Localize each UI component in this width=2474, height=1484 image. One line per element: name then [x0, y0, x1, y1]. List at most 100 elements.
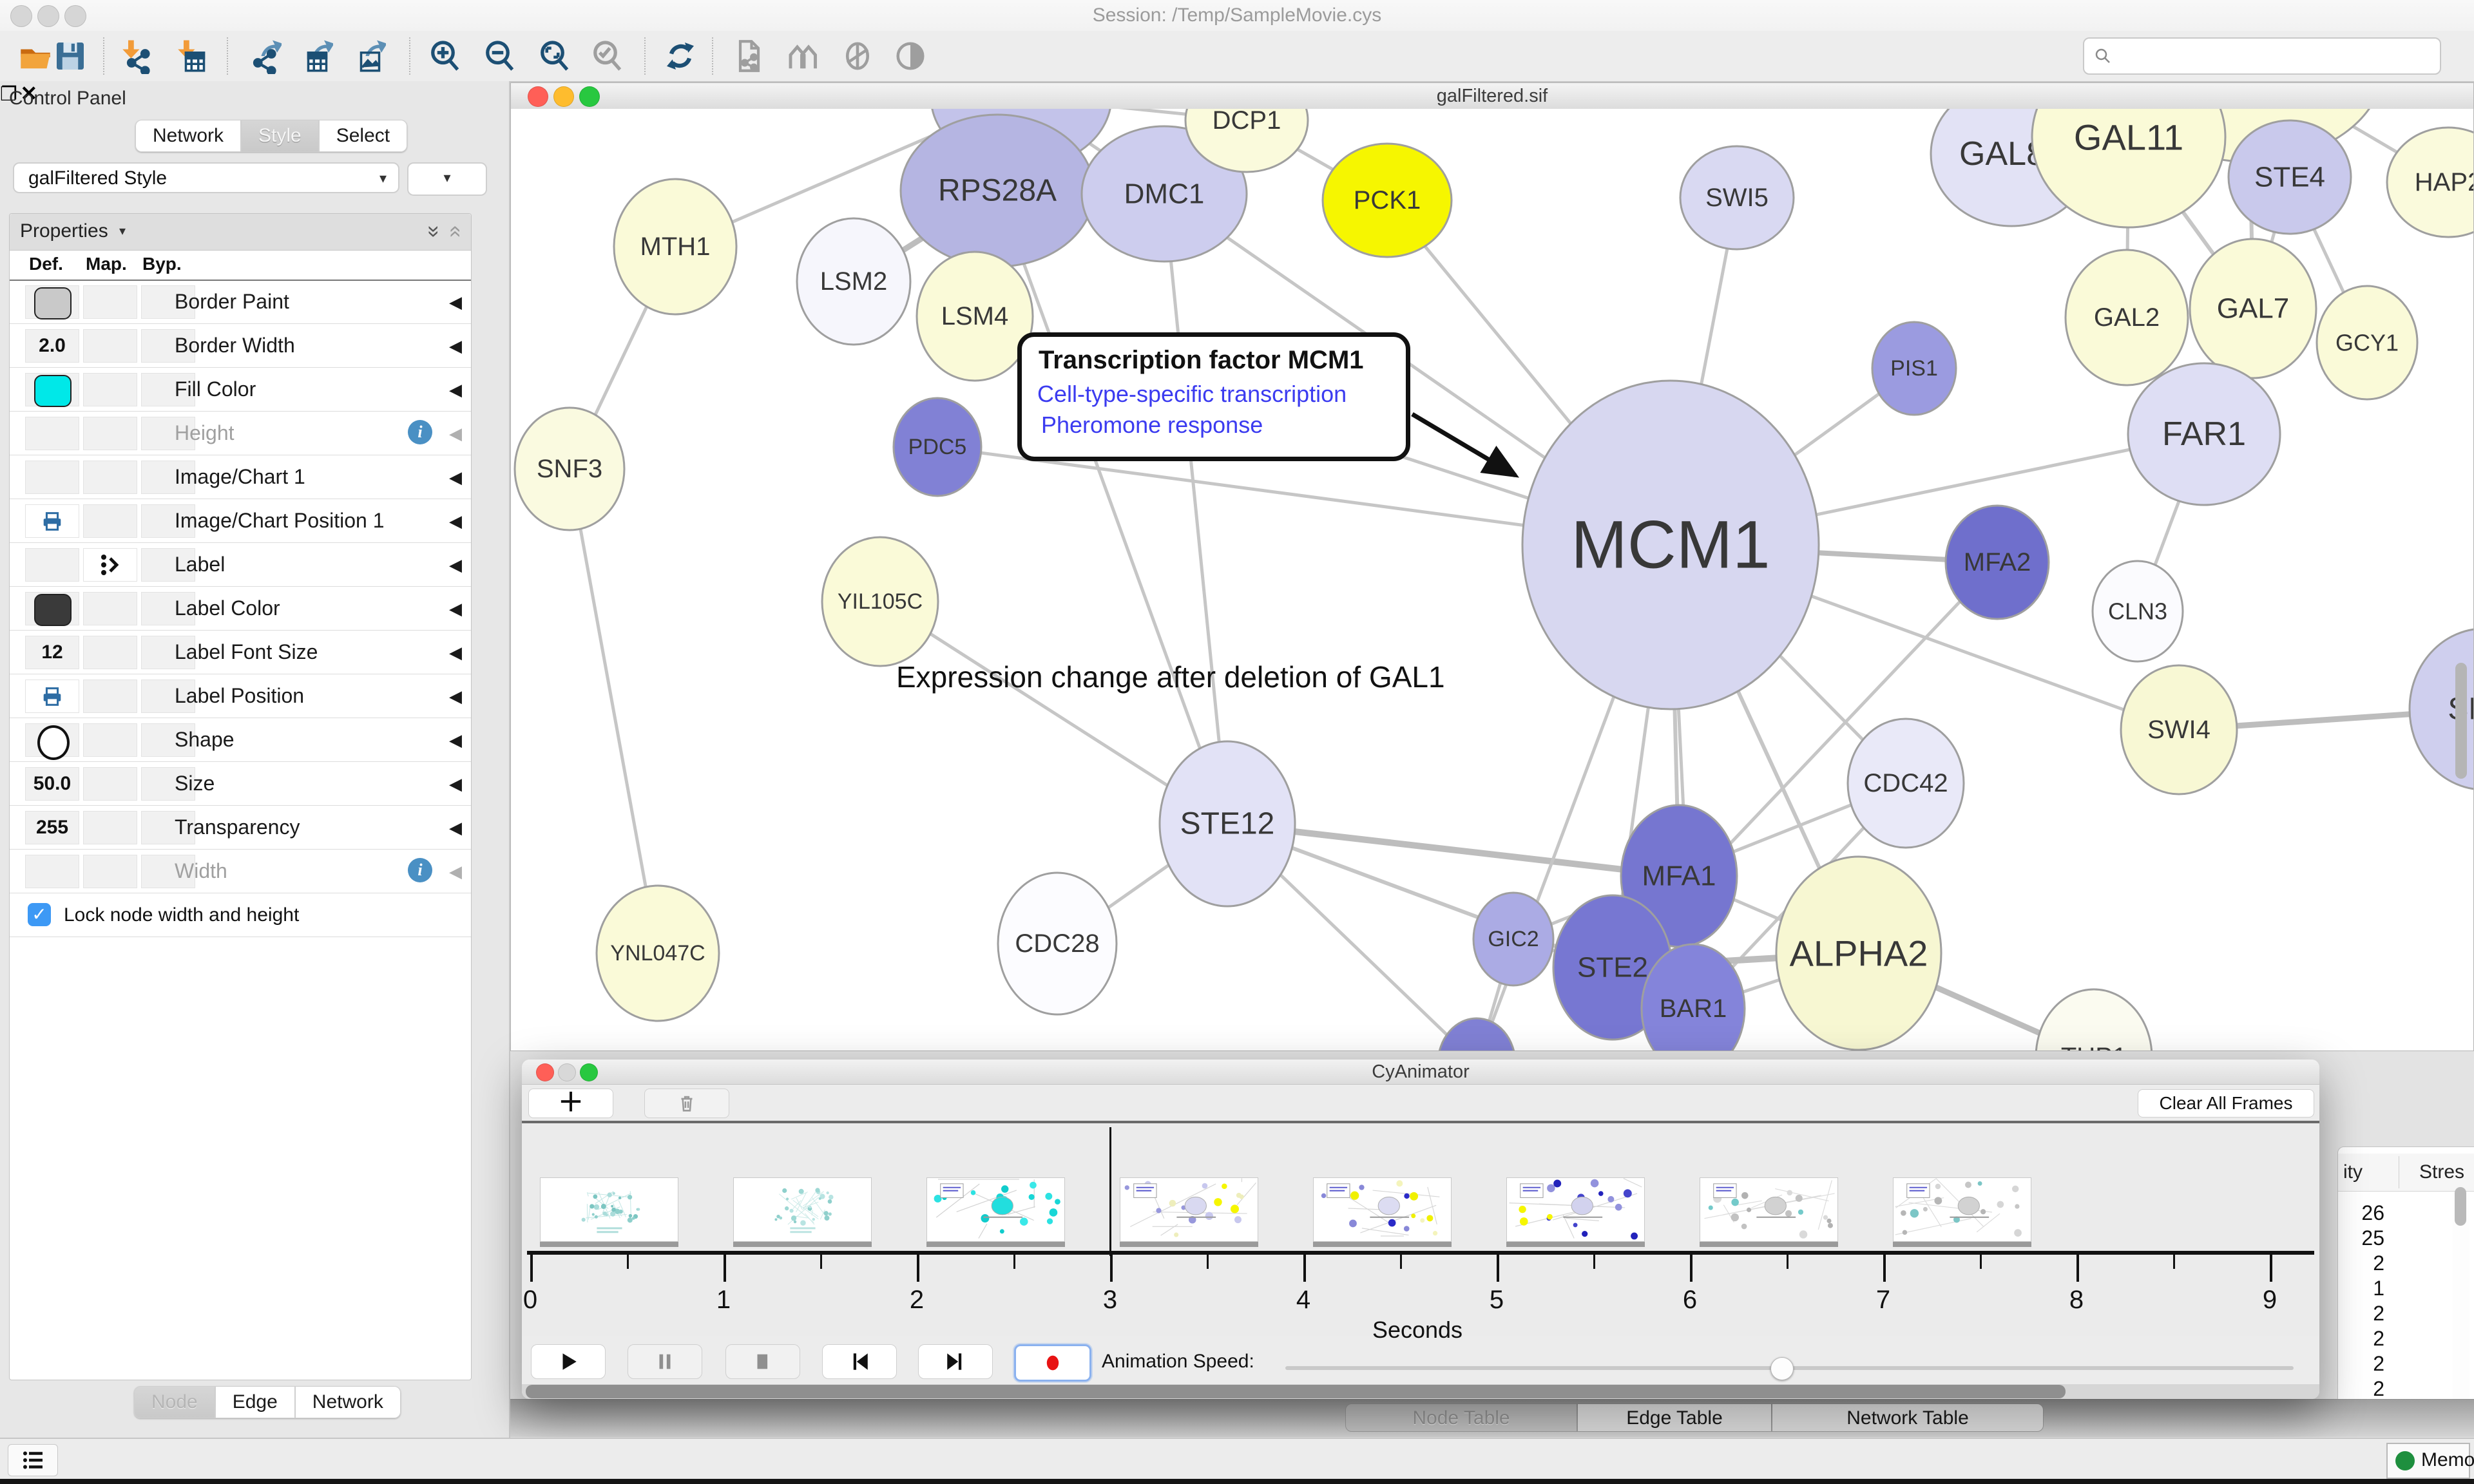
property-default-cell[interactable] — [25, 592, 79, 625]
network-node-mfa2[interactable]: MFA2 — [1946, 506, 2049, 619]
timeline-frame-4[interactable] — [1313, 1177, 1452, 1242]
property-mapping-cell[interactable] — [83, 767, 137, 801]
stop-button[interactable] — [725, 1344, 800, 1379]
property-mapping-cell[interactable] — [83, 680, 137, 713]
property-mapping-cell[interactable] — [83, 461, 137, 494]
cyanimator-titlebar[interactable]: CyAnimator — [522, 1060, 2319, 1085]
timeline-frame-3[interactable] — [1120, 1177, 1258, 1242]
show-details-button[interactable] — [892, 38, 928, 74]
animation-speed-thumb[interactable] — [1770, 1357, 1794, 1380]
table-cell-value[interactable]: 2 — [2343, 1377, 2384, 1401]
style-select[interactable]: galFiltered Style ▾ — [13, 162, 399, 193]
property-row[interactable]: Shape◀ — [10, 718, 471, 762]
style-options-button[interactable]: ▾ — [407, 162, 487, 196]
export-image-button[interactable] — [350, 38, 386, 74]
property-default-cell[interactable] — [25, 548, 79, 582]
timeline-frame-1[interactable] — [733, 1177, 872, 1242]
network-edge[interactable] — [570, 469, 658, 953]
property-row[interactable]: Image/Chart Position 1◀ — [10, 499, 471, 543]
collapse-row-icon[interactable]: ◀ — [449, 643, 462, 663]
property-default-cell[interactable]: 50.0 — [25, 767, 79, 801]
property-default-cell[interactable] — [25, 461, 79, 494]
add-frame-button[interactable]: ＋ — [528, 1089, 613, 1118]
network-node-snf3[interactable]: SNF3 — [515, 408, 624, 530]
network-node-lsm4[interactable]: LSM4 — [917, 252, 1033, 381]
zoom-out-button[interactable] — [482, 38, 518, 74]
property-mapping-cell[interactable] — [83, 417, 137, 450]
property-row[interactable]: Label Color◀ — [10, 586, 471, 631]
timeline-frame-5[interactable] — [1506, 1177, 1645, 1242]
lock-size-checkbox[interactable]: ✓ — [28, 903, 51, 926]
column-centrality[interactable]: ity — [2343, 1161, 2363, 1183]
open-folder-button[interactable] — [17, 38, 53, 74]
property-row[interactable]: 12Label Font Size◀ — [10, 630, 471, 674]
property-default-cell[interactable] — [25, 680, 79, 713]
tab-network-style[interactable]: Network — [295, 1386, 401, 1418]
network-node-gal7[interactable]: GAL7 — [2190, 239, 2316, 378]
annotation-link-1[interactable]: Cell-type-specific transcription — [1037, 381, 1347, 408]
property-default-cell[interactable] — [25, 723, 79, 757]
dev-panel-button[interactable] — [8, 1444, 58, 1476]
tab-node-table[interactable]: Node Table — [1345, 1403, 1577, 1432]
zoom-fit-button[interactable] — [537, 38, 573, 74]
network-node-alpha2[interactable]: ALPHA2 — [1776, 857, 1941, 1050]
property-row[interactable]: 2.0Border Width◀ — [10, 323, 471, 368]
collapse-row-icon[interactable]: ◀ — [449, 424, 462, 444]
pause-button[interactable] — [628, 1344, 702, 1379]
property-row[interactable]: Fill Color◀ — [10, 367, 471, 412]
cyanimator-timeline[interactable]: 0123456789 Seconds — [522, 1123, 2319, 1337]
property-row[interactable]: 50.0Size◀ — [10, 761, 471, 806]
tab-edge-table[interactable]: Edge Table — [1577, 1403, 1772, 1432]
collapse-row-icon[interactable]: ◀ — [449, 468, 462, 488]
table-cell-value[interactable]: 2 — [2343, 1352, 2384, 1376]
property-mapping-cell[interactable] — [83, 504, 137, 538]
network-node-pdc5[interactable]: PDC5 — [894, 398, 981, 496]
table-cell-value[interactable]: 2 — [2343, 1327, 2384, 1351]
network-node-yil105c[interactable]: YIL105C — [822, 537, 938, 666]
property-default-cell[interactable] — [25, 417, 79, 450]
export-table-button[interactable] — [297, 38, 333, 74]
memory-button[interactable]: Memory — [2386, 1443, 2470, 1479]
network-node-cdc28[interactable]: CDC28 — [998, 873, 1117, 1014]
zoom-in-button[interactable] — [427, 38, 463, 74]
property-mapping-cell[interactable] — [83, 285, 137, 319]
property-default-cell[interactable]: 255 — [25, 811, 79, 844]
zoom-selected-button[interactable] — [590, 38, 626, 74]
collapse-all-icon[interactable]: « — [443, 225, 468, 238]
network-node-hap2[interactable]: HAP2 — [2387, 128, 2473, 237]
collapse-row-icon[interactable]: ◀ — [449, 511, 462, 531]
tab-network-table[interactable]: Network Table — [1772, 1403, 2044, 1432]
table-cell-value[interactable]: 26 — [2343, 1201, 2384, 1225]
search-box[interactable] — [2083, 37, 2441, 75]
network-node-cln3[interactable]: CLN3 — [2093, 561, 2183, 661]
record-button[interactable] — [1014, 1344, 1091, 1382]
tab-select[interactable]: Select — [319, 120, 407, 152]
property-row[interactable]: 255Transparency◀ — [10, 805, 471, 850]
tab-style[interactable]: Style — [241, 120, 319, 152]
import-network-button[interactable] — [119, 38, 155, 74]
network-node-swi5[interactable]: SWI5 — [1680, 146, 1794, 249]
play-button[interactable] — [531, 1344, 606, 1379]
property-mapping-cell[interactable] — [83, 329, 137, 363]
column-stress[interactable]: Stres — [2419, 1161, 2464, 1183]
collapse-row-icon[interactable]: ◀ — [449, 818, 462, 838]
network-node-gal2[interactable]: GAL2 — [2066, 250, 2188, 385]
network-node-rps28a[interactable]: RPS28A — [901, 115, 1094, 267]
info-icon[interactable]: i — [408, 858, 432, 882]
network-vertical-scrollbar[interactable] — [2455, 663, 2467, 779]
clear-all-frames-button[interactable]: Clear All Frames — [2138, 1089, 2314, 1118]
network-node-lsm2[interactable]: LSM2 — [797, 218, 910, 345]
info-icon[interactable]: i — [408, 420, 432, 444]
table-scrollbar[interactable] — [2453, 1192, 2469, 1411]
network-node-ste12[interactable]: STE12 — [1160, 741, 1295, 906]
neighbors-button[interactable] — [786, 38, 822, 74]
save-button[interactable] — [52, 38, 88, 74]
network-node-pck1[interactable]: PCK1 — [1323, 144, 1452, 257]
tab-network[interactable]: Network — [135, 120, 241, 152]
tab-edge-style[interactable]: Edge — [215, 1386, 295, 1418]
collapse-row-icon[interactable]: ◀ — [449, 380, 462, 400]
go-to-start-button[interactable] — [822, 1344, 897, 1379]
network-node-pis1[interactable]: PIS1 — [1872, 322, 1956, 415]
property-mapping-cell[interactable] — [83, 636, 137, 669]
property-mapping-cell[interactable] — [83, 855, 137, 888]
